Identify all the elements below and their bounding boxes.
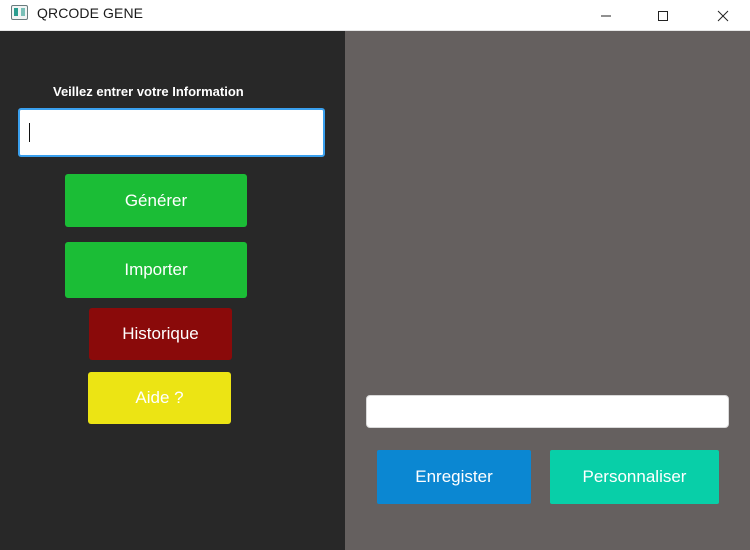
app-window-icon <box>11 5 28 20</box>
minimize-button[interactable] <box>583 0 629 31</box>
enregister-button[interactable]: Enregister <box>377 450 531 504</box>
output-text-field[interactable] <box>366 395 729 428</box>
aide-button[interactable]: Aide ? <box>88 372 231 424</box>
information-input[interactable] <box>18 108 325 157</box>
minimize-icon <box>601 15 611 16</box>
importer-button[interactable]: Importer <box>65 242 247 298</box>
information-prompt-label: Veillez entrer votre Information <box>53 84 244 99</box>
personnaliser-button[interactable]: Personnaliser <box>550 450 719 504</box>
title-bar: QRCODE GENE <box>0 0 750 31</box>
close-button[interactable] <box>700 0 746 31</box>
generer-button[interactable]: Générer <box>65 174 247 227</box>
text-caret <box>29 123 30 142</box>
maximize-button[interactable] <box>640 0 686 31</box>
window-title: QRCODE GENE <box>37 5 144 21</box>
close-icon <box>717 10 729 21</box>
historique-button[interactable]: Historique <box>89 308 232 360</box>
maximize-icon <box>658 10 668 21</box>
